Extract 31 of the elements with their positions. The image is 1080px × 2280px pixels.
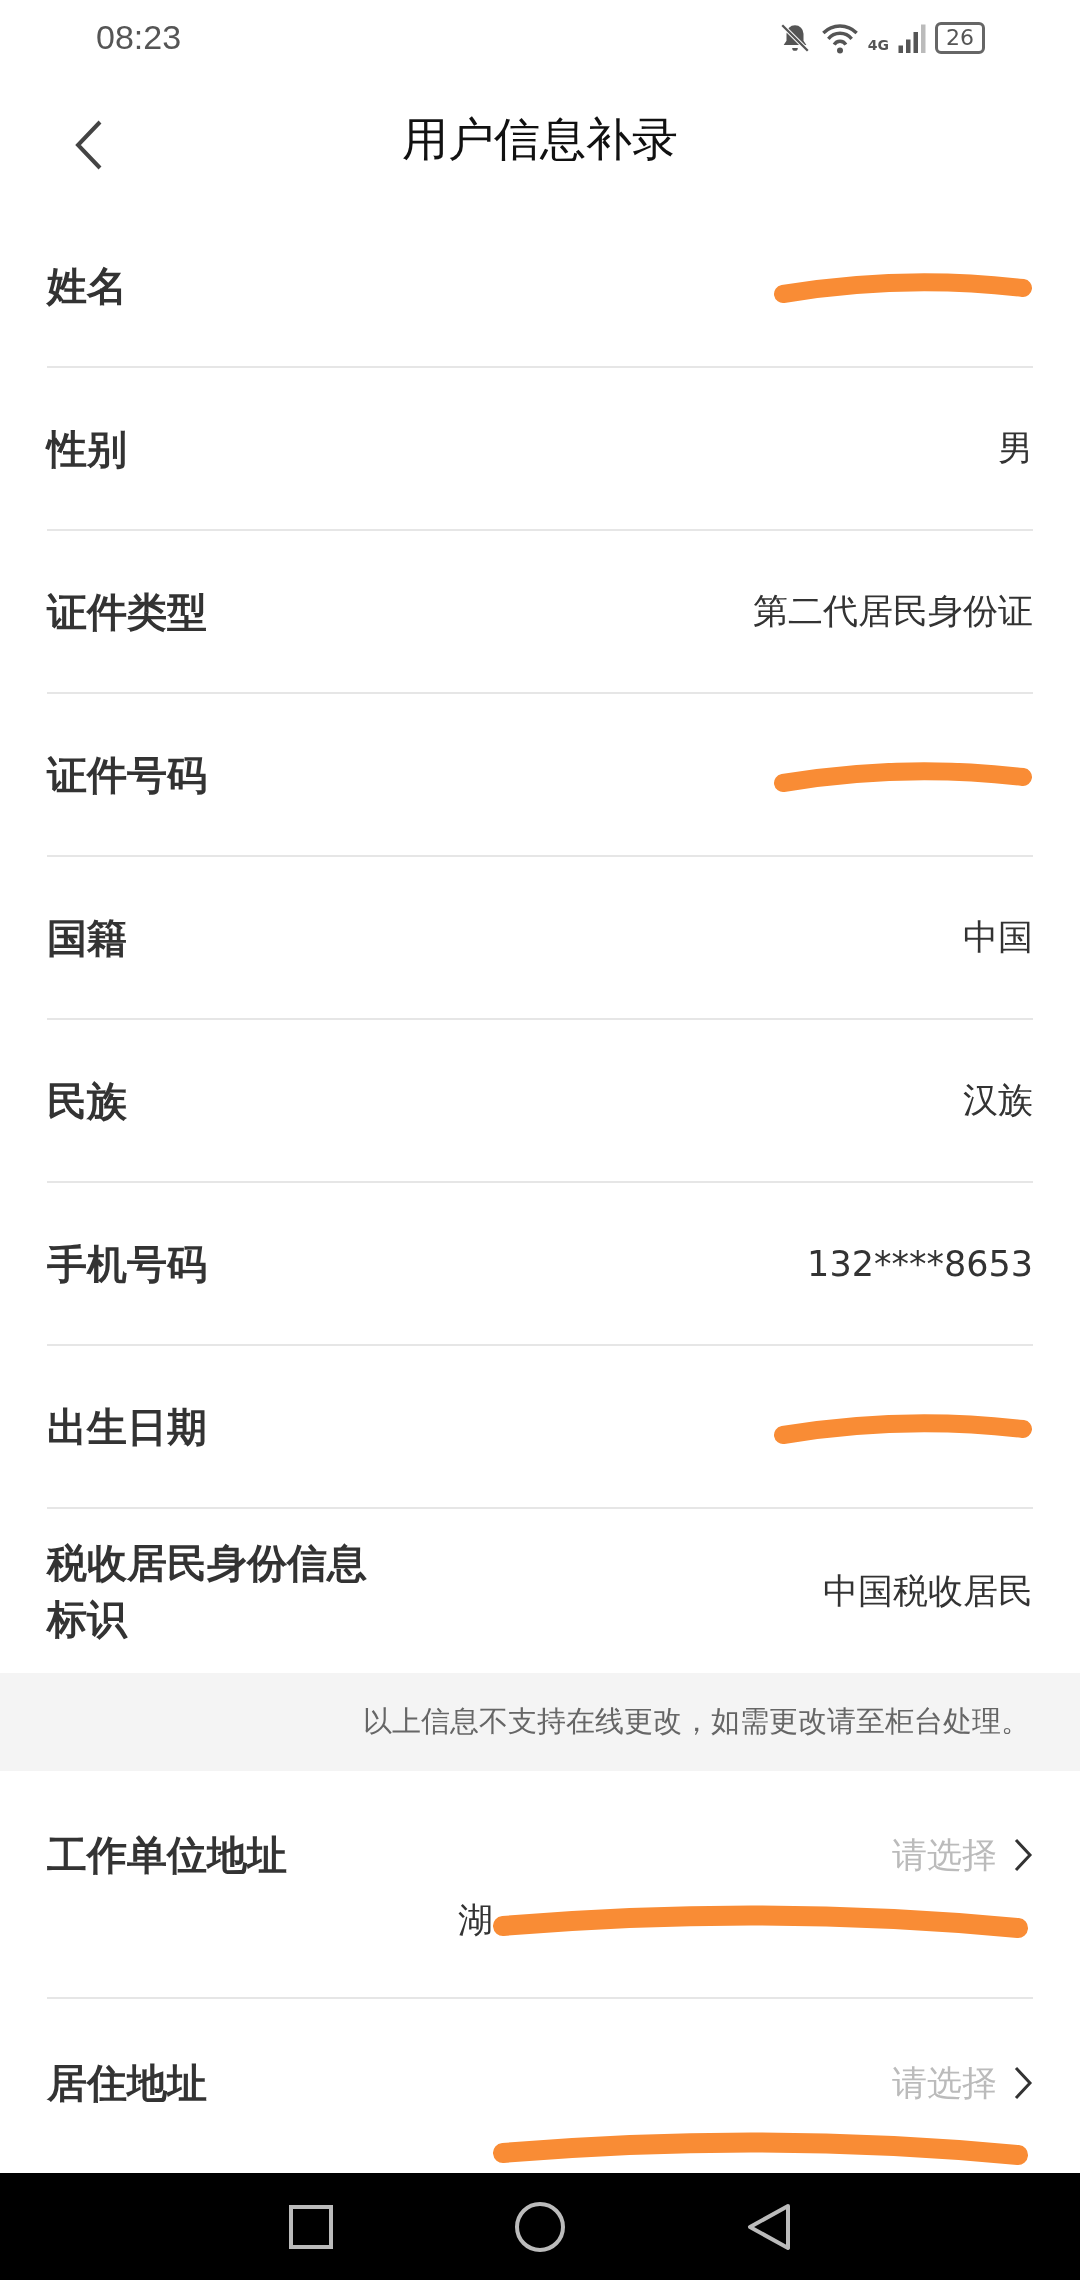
field-value: 第二代居民身份证 xyxy=(753,590,1033,633)
status-time: 08:23 xyxy=(96,18,182,57)
field-value: 中国税收居民 xyxy=(823,1569,1033,1613)
field-label: 证件类型 xyxy=(47,587,207,637)
back-nav-icon[interactable] xyxy=(746,2201,792,2252)
field-label: 国籍 xyxy=(47,913,127,963)
field-label: 手机号码 xyxy=(47,1239,207,1289)
page-title: 用户信息补录 xyxy=(402,111,678,168)
network-type: 4G xyxy=(867,36,889,53)
address-value: 湖 xyxy=(458,1899,493,1942)
select-button[interactable]: 请选择 xyxy=(892,1831,1033,1879)
battery-indicator: 26 xyxy=(935,21,985,54)
field-label: 出生日期 xyxy=(47,1402,207,1452)
home-icon[interactable] xyxy=(514,2200,566,2253)
field-value: 132****8653 xyxy=(807,1243,1033,1284)
field-label: 证件号码 xyxy=(47,750,207,800)
field-label: 民族 xyxy=(47,1076,127,1126)
field-value: 男 xyxy=(998,427,1033,470)
recents-icon[interactable] xyxy=(288,2203,334,2250)
field-label: 工作单位地址 xyxy=(47,1831,287,1880)
field-label: 税收居民身份信息标识 xyxy=(47,1539,368,1644)
field-value: 中国 xyxy=(963,916,1033,959)
notice-banner: 以上信息不支持在线更改，如需更改请至柜台处理。 xyxy=(0,1673,1080,1771)
field-label: 姓名 xyxy=(47,261,127,311)
chevron-icon xyxy=(1013,2065,1033,2101)
back-icon[interactable] xyxy=(74,119,104,171)
chevron-icon xyxy=(1013,1837,1033,1873)
field-label: 居住地址 xyxy=(47,2059,207,2108)
field-value: 汉族 xyxy=(963,1079,1033,1122)
select-button[interactable]: 请选择 xyxy=(892,2059,1033,2107)
field-label: 性别 xyxy=(47,424,127,474)
